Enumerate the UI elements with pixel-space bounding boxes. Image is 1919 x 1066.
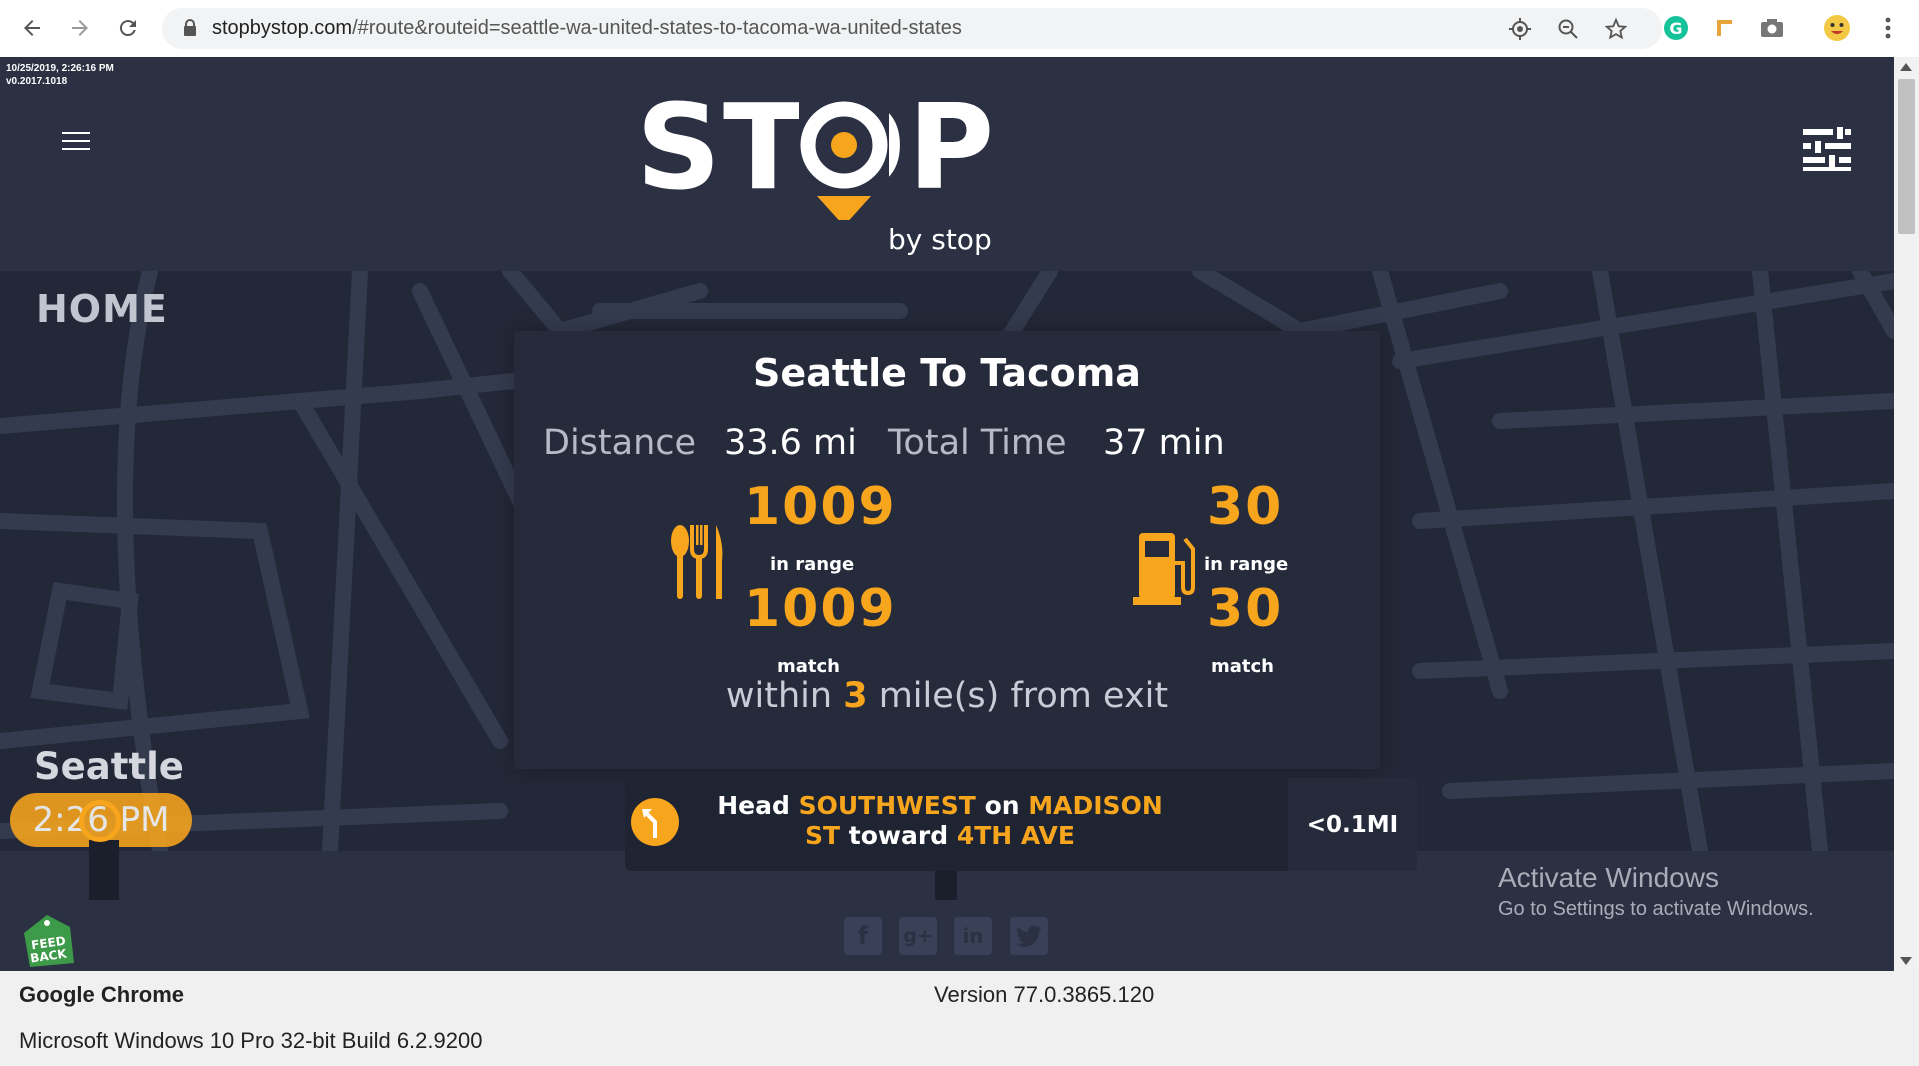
system-info-caption: Google Chrome Version 77.0.3865.120 Micr… (0, 971, 1919, 1066)
home-link[interactable]: HOME (36, 287, 168, 331)
direction-head: Head (717, 791, 790, 820)
feedback-tag-icon: FEED BACK (24, 915, 74, 967)
fuel-match-count: 30 (1207, 579, 1284, 639)
timestamp-text: 10/25/2019, 2:26:16 PM (6, 63, 114, 74)
exit-radius-text[interactable]: within 3 mile(s) from exit (514, 676, 1380, 716)
food-match-label: match (777, 656, 840, 677)
facebook-icon[interactable]: f (844, 917, 882, 955)
profile-avatar-icon[interactable] (1822, 13, 1852, 43)
reload-icon[interactable] (110, 12, 146, 44)
fork-knife-icon[interactable] (670, 523, 726, 601)
address-bar[interactable]: stopbystop.com/#route&routeid=seattle-wa… (162, 8, 1662, 49)
timeline-track (89, 840, 119, 900)
version-text: v0.2017.1018 (6, 76, 68, 87)
hamburger-menu-icon[interactable] (62, 132, 90, 152)
origin-city: Seattle (34, 745, 184, 788)
turn-direction-icon (631, 798, 679, 846)
scroll-thumb[interactable] (1898, 79, 1915, 234)
direction-instruction[interactable]: Head SOUTHWEST on MADISON ST toward 4TH … (625, 778, 1417, 871)
grammarly-icon[interactable]: G (1661, 13, 1691, 43)
logo-pin-icon (799, 100, 889, 220)
total-time-label: Total Time (888, 423, 1067, 463)
route-title: Seattle To Tacoma (753, 351, 1141, 395)
logo-tagline: by stop (888, 223, 992, 256)
direction-distance: <0.1MI (1288, 778, 1417, 871)
google-plus-icon[interactable]: g+ (899, 917, 937, 955)
page-viewport: 10/25/2019, 2:26:16 PM v0.2017.1018 STOP… (0, 57, 1894, 971)
caption-version: Version 77.0.3865.120 (934, 982, 1155, 1007)
activate-windows-title: Activate Windows (1498, 862, 1719, 893)
route-map[interactable]: HOME Seattle To Tacoma Distance 33.6 mi … (0, 271, 1894, 851)
direction-bearing: SOUTHWEST (798, 791, 976, 820)
fuel-match-label: match (1211, 656, 1274, 677)
food-match-count: 1009 (744, 579, 897, 639)
within-miles[interactable]: 3 (843, 676, 867, 716)
url-text: stopbystop.com/#route&routeid=seattle-wa… (212, 17, 962, 39)
site-logo[interactable]: STOP by stop (636, 87, 1006, 256)
within-suffix: mile(s) from exit (878, 676, 1169, 716)
fuel-in-range-count: 30 (1207, 477, 1284, 537)
fuel-pump-icon[interactable] (1133, 529, 1197, 605)
direction-target: 4TH AVE (956, 821, 1075, 850)
forward-arrow-icon[interactable] (62, 12, 98, 44)
caption-os: Microsoft Windows 10 Pro 32-bit Build 6.… (19, 1028, 483, 1053)
distance-value: 33.6 mi (724, 423, 857, 463)
chrome-menu-icon[interactable] (1873, 13, 1903, 43)
back-arrow-icon[interactable] (14, 12, 50, 44)
build-timestamp: 10/25/2019, 2:26:16 PM v0.2017.1018 (6, 62, 114, 88)
scroll-down-arrow-icon[interactable] (1900, 957, 1912, 965)
total-time-value: 37 min (1103, 423, 1225, 463)
distance-label: Distance (543, 423, 697, 463)
site-header: 10/25/2019, 2:26:16 PM v0.2017.1018 STOP… (0, 57, 1894, 271)
food-in-range-count: 1009 (744, 477, 897, 537)
timeline-tick (935, 870, 957, 900)
camera-icon[interactable] (1757, 13, 1787, 43)
star-bookmark-icon[interactable] (1603, 16, 1629, 42)
lock-icon (182, 18, 198, 42)
feedback-button[interactable]: FEED BACK (16, 913, 78, 971)
activate-windows-subtitle: Go to Settings to activate Windows. (1498, 898, 1814, 920)
location-target-icon[interactable] (1507, 16, 1533, 42)
extension-flag-icon[interactable] (1709, 13, 1739, 43)
food-in-range-label: in range (770, 554, 855, 575)
direction-on: on (984, 791, 1020, 820)
svg-text:G: G (1669, 19, 1682, 38)
twitter-icon[interactable] (1010, 917, 1048, 955)
zoom-out-icon[interactable] (1555, 16, 1581, 42)
direction-text: Head SOUTHWEST on MADISON ST toward 4TH … (700, 791, 1180, 851)
linkedin-icon[interactable]: in (954, 917, 992, 955)
direction-toward: toward (848, 821, 949, 850)
origin-marker-icon[interactable] (79, 800, 121, 842)
within-prefix: within (725, 676, 833, 716)
caption-app-name: Google Chrome (19, 982, 185, 1007)
fuel-in-range-label: in range (1204, 554, 1289, 575)
route-summary-card: Seattle To Tacoma Distance 33.6 mi Total… (514, 331, 1380, 769)
scroll-up-arrow-icon[interactable] (1900, 63, 1912, 71)
page-scrollbar[interactable] (1894, 57, 1919, 971)
filter-settings-icon[interactable] (1803, 127, 1851, 173)
browser-toolbar: stopbystop.com/#route&routeid=seattle-wa… (0, 0, 1919, 58)
